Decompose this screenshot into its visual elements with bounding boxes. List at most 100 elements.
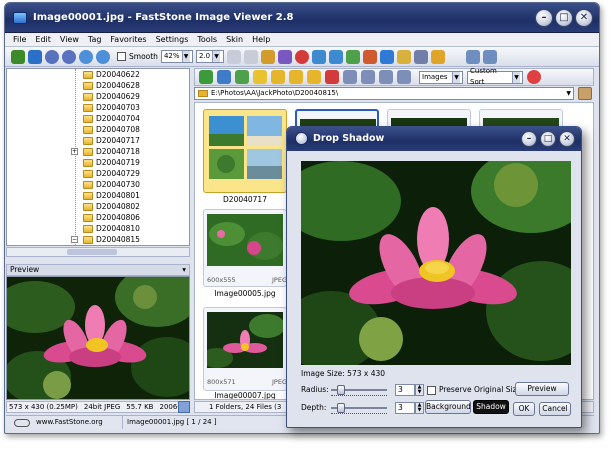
- edit-icon[interactable]: [235, 70, 249, 84]
- filter-combo[interactable]: Images ▼: [419, 70, 463, 84]
- tree-folder-item[interactable]: D20040801: [7, 190, 189, 201]
- next-icon[interactable]: [62, 49, 76, 64]
- delete-icon[interactable]: [325, 70, 339, 84]
- up-folder-icon[interactable]: [217, 70, 231, 84]
- effects-icon[interactable]: [362, 49, 377, 64]
- menu-tools[interactable]: Tools: [197, 35, 217, 44]
- folder-icon[interactable]: [271, 70, 285, 84]
- redeye-icon[interactable]: [294, 49, 309, 64]
- thumbnail-folder[interactable]: [203, 109, 287, 193]
- ok-button[interactable]: OK: [513, 402, 535, 416]
- slider-knob[interactable]: [337, 403, 345, 413]
- slider-knob[interactable]: [337, 385, 345, 395]
- move-to-icon[interactable]: [307, 70, 321, 84]
- tree-folder-item[interactable]: D20040704: [7, 113, 189, 124]
- shadow-color-button[interactable]: Shadow: [473, 400, 509, 414]
- prev-icon[interactable]: [45, 49, 59, 64]
- collapse-icon[interactable]: −: [71, 236, 78, 243]
- rotate-right-icon[interactable]: [328, 49, 343, 64]
- menu-view[interactable]: View: [60, 35, 79, 44]
- tree-folder-item[interactable]: D20040729: [7, 168, 189, 179]
- depth-slider[interactable]: [331, 403, 387, 414]
- expand-icon[interactable]: +: [71, 148, 78, 155]
- chevron-down-icon[interactable]: ▼: [566, 88, 571, 99]
- minimize-button[interactable]: –: [535, 9, 553, 27]
- radius-spinbox[interactable]: 3: [395, 384, 415, 396]
- flip-icon[interactable]: [345, 49, 360, 64]
- spin-arrows-icon[interactable]: ▲ ▼: [415, 402, 424, 414]
- site-link[interactable]: www.FastStone.org: [36, 416, 103, 429]
- tree-folder-item[interactable]: D20040719: [7, 157, 189, 168]
- maximize-button[interactable]: □: [540, 131, 556, 147]
- tree-folder-item[interactable]: D20040703: [7, 102, 189, 113]
- tree-folder-item[interactable]: D20040802: [7, 201, 189, 212]
- tree-folder-item[interactable]: D20040628: [7, 80, 189, 91]
- tree-folder-item[interactable]: − D20040815: [7, 234, 189, 245]
- thumbnail-image[interactable]: 600x555 JPEG: [203, 209, 287, 287]
- layout-icon[interactable]: [465, 49, 480, 64]
- settings-icon[interactable]: [430, 49, 445, 64]
- depth-spinbox[interactable]: 3: [395, 402, 415, 414]
- spin-arrows-icon[interactable]: ▲ ▼: [415, 384, 424, 396]
- tree-folder-item[interactable]: D20040629: [7, 91, 189, 102]
- preserve-size-checkbox[interactable]: [427, 386, 436, 395]
- zoom-out-icon[interactable]: [96, 49, 110, 64]
- menu-skin[interactable]: Skin: [226, 35, 243, 44]
- fit-icon[interactable]: [178, 401, 190, 413]
- tree-folder-item[interactable]: D20040717: [7, 135, 189, 146]
- go-icon[interactable]: [578, 87, 592, 100]
- title-bar[interactable]: Image00001.jpg - FastStone Image Viewer …: [5, 3, 599, 33]
- smooth-checkbox[interactable]: [117, 52, 126, 61]
- star-icon[interactable]: [253, 70, 267, 84]
- slideshow-icon[interactable]: [413, 49, 428, 64]
- crop-icon[interactable]: [260, 49, 275, 64]
- view-thumbs-icon[interactable]: [379, 70, 393, 84]
- folder-tree[interactable]: D20040622 D20040628 D20040629 D20040703 D200…: [6, 68, 190, 246]
- zoom-in-icon[interactable]: [79, 49, 93, 64]
- close-button[interactable]: ✕: [575, 9, 593, 27]
- hand-tool-icon[interactable]: [226, 49, 241, 64]
- close-button[interactable]: ✕: [559, 131, 575, 147]
- resize-icon[interactable]: [277, 49, 292, 64]
- tree-folder-item[interactable]: D20040810: [7, 223, 189, 234]
- tree-folder-item[interactable]: D20040622: [7, 69, 189, 80]
- maximize-button[interactable]: □: [555, 9, 573, 27]
- tree-folder-item[interactable]: D20040708: [7, 124, 189, 135]
- ratio-combo[interactable]: 2.0 ▼: [195, 50, 224, 63]
- save-icon[interactable]: [28, 49, 42, 64]
- view-details-icon[interactable]: [361, 70, 375, 84]
- tree-folder-item[interactable]: + D20040718: [7, 146, 189, 157]
- stop-icon[interactable]: [527, 70, 541, 84]
- menu-tag[interactable]: Tag: [88, 35, 102, 44]
- sort-combo[interactable]: Custom Sort ▼: [467, 67, 523, 86]
- rotate-left-icon[interactable]: [311, 49, 326, 64]
- select-tool-icon[interactable]: [243, 49, 258, 64]
- radius-slider[interactable]: [331, 385, 387, 396]
- view-list-icon[interactable]: [343, 70, 357, 84]
- menu-settings[interactable]: Settings: [156, 35, 189, 44]
- add-icon[interactable]: [199, 70, 213, 84]
- cancel-button[interactable]: Cancel: [539, 402, 571, 416]
- background-button[interactable]: Background: [425, 400, 471, 414]
- dialog-title-bar[interactable]: Drop Shadow – □ ✕: [287, 127, 581, 151]
- scroll-thumb[interactable]: [67, 249, 117, 255]
- tree-folder-item[interactable]: D20040730: [7, 179, 189, 190]
- view-large-icon[interactable]: [397, 70, 411, 84]
- menu-help[interactable]: Help: [252, 35, 270, 44]
- copy-to-icon[interactable]: [289, 70, 303, 84]
- fullscreen-icon[interactable]: [482, 49, 497, 64]
- path-field[interactable]: E:\Photos\AA\JackPhoto\D20040815\ ▼: [194, 87, 574, 100]
- menu-favorites[interactable]: Favorites: [110, 35, 146, 44]
- zoom-combo[interactable]: 42% ▼: [160, 50, 193, 63]
- menu-edit[interactable]: Edit: [35, 35, 51, 44]
- thumbnail-image[interactable]: 800x571 JPEG: [203, 307, 287, 391]
- email-icon[interactable]: [379, 49, 394, 64]
- open-icon[interactable]: [11, 49, 25, 64]
- preview-button[interactable]: Preview: [515, 382, 569, 396]
- minimize-button[interactable]: –: [521, 131, 537, 147]
- tree-folder-item[interactable]: D20040806: [7, 212, 189, 223]
- print-icon[interactable]: [396, 49, 411, 64]
- menu-file[interactable]: File: [13, 35, 26, 44]
- collapse-icon[interactable]: ▾: [182, 265, 186, 275]
- tree-horizontal-scrollbar[interactable]: [6, 247, 190, 257]
